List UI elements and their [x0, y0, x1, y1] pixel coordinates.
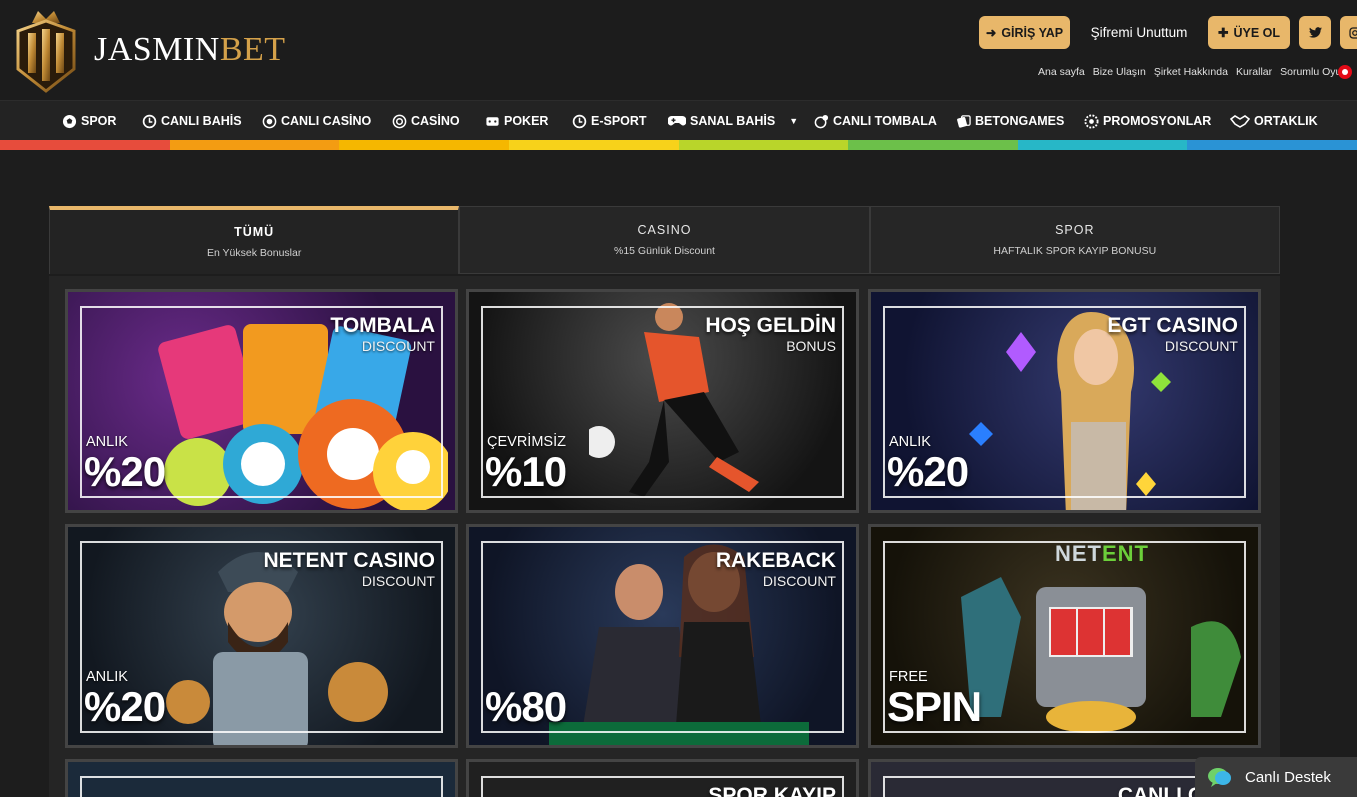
soccer-ball-icon — [62, 114, 77, 129]
nav-item-promosyonlar[interactable]: PROMOSYONLAR — [1084, 101, 1211, 141]
brand-logo[interactable]: JASMINBET — [12, 4, 286, 96]
main-nav: SPOR CANLI BAHİS CANLI CASİNO CASİNO POK… — [0, 100, 1357, 140]
chevron-down-icon: ▼ — [789, 116, 799, 126]
nav-item-canli-casino[interactable]: CANLI CASİNO — [262, 101, 371, 141]
promo-card-free-spin[interactable]: NETENT FREE SPIN — [868, 524, 1261, 748]
nav-item-poker[interactable]: POKER — [485, 101, 548, 141]
promo-card-tombala[interactable]: TOMBALA DISCOUNT ANLIK %20 — [65, 289, 458, 513]
instagram-button[interactable] — [1340, 16, 1357, 49]
tab-spor[interactable]: SPOR HAFTALIK SPOR KAYIP BONUSU — [869, 206, 1280, 274]
chat-bubble-icon — [1208, 768, 1231, 787]
nav-item-casino[interactable]: CASİNO — [392, 101, 460, 141]
crown-logo-icon — [16, 11, 76, 93]
nav-item-e-sport[interactable]: E-SPORT — [572, 101, 647, 141]
tab-casino[interactable]: CASINO %15 Günlük Discount — [459, 206, 870, 274]
nav-item-canli-tombala[interactable]: CANLI TOMBALA — [814, 101, 937, 141]
promo-card-rakeback[interactable]: RAKEBACK DISCOUNT %80 — [466, 524, 859, 748]
chip-icon — [392, 114, 407, 129]
chip-icon — [262, 114, 277, 129]
gamepad-icon — [668, 114, 686, 129]
promo-card-netent-casino[interactable]: NETENT CASINO DISCOUNT ANLIK %20 — [65, 524, 458, 748]
cards-icon — [956, 114, 971, 129]
nav-item-betongames[interactable]: BETONGAMES — [956, 101, 1064, 141]
color-strip-segment — [339, 140, 509, 150]
toplink-rules[interactable]: Kurallar — [1236, 66, 1272, 78]
live-support-button[interactable]: Canlı Destek — [1195, 757, 1357, 797]
color-strip-segment — [848, 140, 1018, 150]
tab-tumu[interactable]: TÜMÜ En Yüksek Bonuslar — [49, 206, 460, 274]
turkish-flag-icon[interactable] — [1338, 65, 1352, 79]
nav-item-spor[interactable]: SPOR — [62, 101, 116, 141]
color-strip-segment — [508, 140, 679, 150]
promo-card-egt-casino[interactable]: EGT CASINO DISCOUNT ANLIK %20 — [868, 289, 1261, 513]
top-header: JASMINBET ➜ GİRİŞ YAP Şifremi Unuttum ✚ … — [0, 0, 1357, 100]
instagram-icon — [1349, 26, 1357, 39]
user-plus-icon: ✚ — [1217, 26, 1229, 40]
handshake-icon — [1230, 114, 1250, 129]
color-strip-segment — [1187, 140, 1357, 150]
brand-name: JASMINBET — [94, 31, 286, 68]
twitter-icon — [1308, 27, 1322, 38]
color-strip — [0, 140, 1357, 150]
color-strip-segment — [1017, 140, 1188, 150]
toplink-about[interactable]: Şirket Hakkında — [1154, 66, 1228, 78]
tombala-icon — [814, 114, 829, 129]
promo-tabs: TÜMÜ En Yüksek Bonuslar CASINO %15 Günlü… — [49, 206, 1280, 276]
login-button[interactable]: ➜ GİRİŞ YAP — [979, 16, 1070, 49]
color-strip-segment — [678, 140, 849, 150]
card-frame — [80, 776, 443, 797]
color-strip-segment — [0, 140, 170, 150]
nav-item-sanal-bahis[interactable]: SANAL BAHİS ▼ — [668, 101, 798, 141]
promo-card-welcome-bonus[interactable]: HOŞ GELDİN BONUS ÇEVRİMSİZ %10 — [466, 289, 859, 513]
clock-icon — [142, 114, 157, 129]
promo-card-row3-1[interactable] — [65, 759, 458, 797]
gear-icon — [1084, 113, 1099, 129]
forgot-password-link[interactable]: Şifremi Unuttum — [1079, 16, 1199, 49]
toplink-home[interactable]: Ana sayfa — [1038, 66, 1085, 78]
nav-item-canli-bahis[interactable]: CANLI BAHİS — [142, 101, 242, 141]
nav-item-ortaklik[interactable]: ORTAKLIK — [1230, 101, 1318, 141]
color-strip-segment — [169, 140, 340, 150]
clock-icon — [572, 114, 587, 129]
twitter-button[interactable] — [1299, 16, 1331, 49]
register-button[interactable]: ✚ ÜYE OL — [1208, 16, 1290, 49]
cards-icon — [485, 114, 500, 129]
toplink-contact[interactable]: Bize Ulaşın — [1093, 66, 1146, 78]
sign-in-icon: ➜ — [985, 26, 997, 40]
top-links: Ana sayfa Bize Ulaşın Şirket Hakkında Ku… — [1038, 66, 1347, 78]
promo-card-spor-kayip[interactable]: SPOR KAYIP — [466, 759, 859, 797]
